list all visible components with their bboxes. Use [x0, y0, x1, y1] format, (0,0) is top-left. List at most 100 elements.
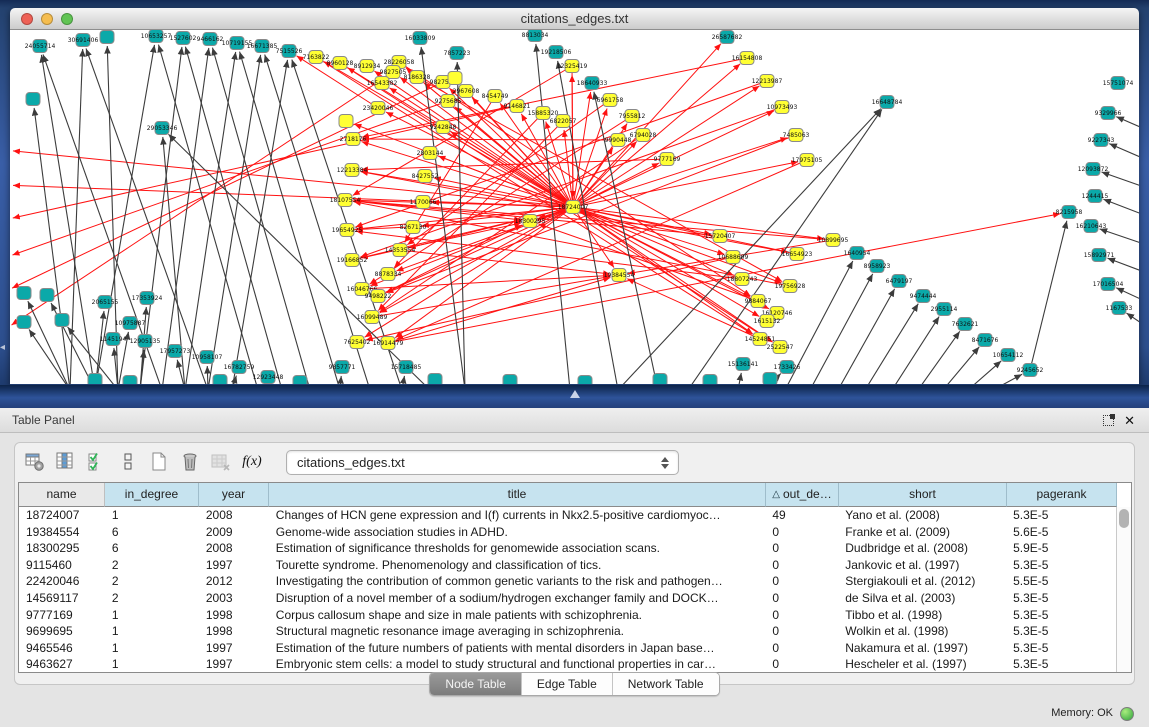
cell-out_de[interactable]: 0 — [765, 640, 838, 657]
citation-edge[interactable] — [810, 274, 873, 384]
table-row[interactable]: 1938455462009Genome-wide association stu… — [19, 524, 1116, 541]
citation-edge[interactable] — [207, 366, 208, 384]
table-selector-dropdown[interactable]: citations_edges.txt — [286, 450, 679, 475]
cell-name[interactable]: 22420046 — [19, 573, 105, 590]
graph-node-teal[interactable] — [428, 374, 442, 385]
table-row[interactable]: 1456911722003Disruption of a novel membe… — [19, 590, 1116, 607]
cell-out_de[interactable]: 0 — [765, 557, 838, 574]
cell-in_degree[interactable]: 1 — [105, 640, 199, 657]
cell-short[interactable]: Dudbridge et al. (2008) — [838, 540, 1006, 557]
citation-edge[interactable] — [140, 47, 182, 384]
graph-node-teal[interactable] — [213, 375, 227, 385]
cell-year[interactable]: 1998 — [199, 607, 269, 624]
cell-in_degree[interactable]: 1 — [105, 507, 199, 524]
citation-edge[interactable] — [362, 139, 618, 140]
citation-edge[interactable] — [1126, 313, 1139, 327]
cell-name[interactable]: 14569117 — [19, 590, 105, 607]
cell-title[interactable]: Genome-wide association studies in ADHD. — [269, 524, 766, 541]
function-builder-button[interactable]: f(x) — [241, 451, 263, 473]
table-scrollbar-thumb[interactable] — [1119, 509, 1129, 528]
cell-short[interactable]: Yano et al. (2008) — [838, 507, 1006, 524]
network-canvas[interactable]: 1872400771638228960128891293428226058982… — [10, 30, 1139, 384]
citation-edge[interactable] — [573, 207, 724, 254]
cell-out_de[interactable]: 0 — [765, 590, 838, 607]
cell-title[interactable]: Disruption of a novel member of a sodium… — [269, 590, 766, 607]
citation-edge[interactable] — [208, 55, 261, 384]
column-header-out_de[interactable]: △out_de… — [766, 483, 839, 507]
cell-name[interactable]: 18300295 — [19, 540, 105, 557]
cell-short[interactable]: Hescheler et al. (1997) — [838, 656, 1006, 673]
tab-network-table[interactable]: Network Table — [613, 673, 719, 695]
graph-node-teal[interactable] — [293, 376, 307, 385]
cell-pagerank[interactable]: 5.5E-5 — [1006, 573, 1116, 590]
graph-node-teal[interactable] — [503, 375, 517, 385]
cell-out_de[interactable]: 0 — [765, 573, 838, 590]
citation-edge[interactable] — [968, 361, 1001, 384]
cell-year[interactable]: 2003 — [199, 590, 269, 607]
selection-mode-button[interactable] — [117, 451, 139, 473]
column-header-pagerank[interactable]: pagerank — [1007, 483, 1117, 507]
memory-status-indicator[interactable] — [1120, 707, 1134, 721]
table-row[interactable]: 946554611997Estimation of the future num… — [19, 640, 1116, 657]
cell-title[interactable]: Embryonic stem cells: a model to study s… — [269, 656, 766, 673]
cell-short[interactable]: de Silva et al. (2003) — [838, 590, 1006, 607]
cell-name[interactable]: 9115460 — [19, 557, 105, 574]
citation-edge[interactable] — [865, 304, 918, 384]
citation-edge[interactable] — [1100, 229, 1139, 245]
column-header-title[interactable]: title — [269, 483, 766, 507]
citation-edge[interactable] — [185, 47, 282, 384]
float-window-icon[interactable] — [1103, 415, 1114, 426]
cell-short[interactable]: Tibbo et al. (1998) — [838, 607, 1006, 624]
citation-edge[interactable] — [993, 374, 1022, 384]
citation-edge[interactable] — [738, 373, 741, 384]
graph-node-yellow[interactable] — [448, 72, 462, 85]
citation-edge[interactable] — [386, 135, 796, 293]
graph-node-yellow[interactable] — [339, 115, 353, 128]
tab-node-table[interactable]: Node Table — [430, 673, 522, 695]
cell-short[interactable]: Stergiakouli et al. (2012) — [838, 573, 1006, 590]
table-row[interactable]: 1830029562008Estimation of significance … — [19, 540, 1116, 557]
show-columns-button[interactable] — [55, 451, 77, 473]
graph-node-teal[interactable] — [703, 375, 717, 385]
cell-pagerank[interactable]: 5.6E-5 — [1006, 524, 1116, 541]
cell-pagerank[interactable]: 5.3E-5 — [1006, 557, 1116, 574]
citation-edge[interactable] — [340, 376, 341, 384]
cell-short[interactable]: Nakamura et al. (1997) — [838, 640, 1006, 657]
cell-pagerank[interactable]: 5.3E-5 — [1006, 656, 1116, 673]
cell-title[interactable]: Changes of HCN gene expression and I(f) … — [269, 507, 766, 524]
cell-in_degree[interactable]: 1 — [105, 656, 199, 673]
citation-network-graph[interactable]: 1872400771638228960128891293428226058982… — [10, 30, 1139, 384]
citation-edge[interactable] — [892, 317, 939, 384]
citation-edge[interactable] — [232, 60, 288, 384]
graph-node-teal[interactable] — [26, 93, 40, 106]
cell-year[interactable]: 2009 — [199, 524, 269, 541]
cell-pagerank[interactable]: 5.9E-5 — [1006, 540, 1116, 557]
cell-in_degree[interactable]: 2 — [105, 557, 199, 574]
cell-short[interactable]: Jankovic et al. (1997) — [838, 557, 1006, 574]
close-panel-icon[interactable]: ✕ — [1124, 415, 1135, 426]
graph-node-teal[interactable] — [55, 314, 69, 327]
panel-collapse-arrow-icon[interactable]: ◂ — [0, 342, 5, 353]
graph-node-teal[interactable] — [17, 316, 31, 329]
table-row[interactable]: 946362711997Embryonic stem cells: a mode… — [19, 656, 1116, 673]
citation-edge[interactable] — [362, 58, 747, 137]
cell-name[interactable]: 18724007 — [19, 507, 105, 524]
citation-edge[interactable] — [943, 347, 979, 384]
graph-node-teal[interactable] — [123, 376, 137, 385]
cell-in_degree[interactable]: 6 — [105, 540, 199, 557]
cell-year[interactable]: 1997 — [199, 640, 269, 657]
graph-node-teal[interactable] — [100, 31, 114, 44]
citation-edge[interactable] — [1103, 199, 1139, 216]
cell-year[interactable]: 2012 — [199, 573, 269, 590]
table-mode-button[interactable] — [24, 451, 46, 473]
delete-columns-button[interactable] — [179, 451, 201, 473]
cell-year[interactable]: 2008 — [199, 540, 269, 557]
cell-pagerank[interactable]: 5.3E-5 — [1006, 590, 1116, 607]
select-all-button[interactable] — [86, 451, 108, 473]
graph-node-teal[interactable] — [17, 287, 31, 300]
create-column-button[interactable] — [148, 451, 170, 473]
cell-title[interactable]: Estimation of the future numbers of pati… — [269, 640, 766, 657]
citation-edge[interactable] — [140, 350, 144, 384]
citation-edge[interactable] — [70, 49, 83, 384]
cell-name[interactable]: 19384554 — [19, 524, 105, 541]
